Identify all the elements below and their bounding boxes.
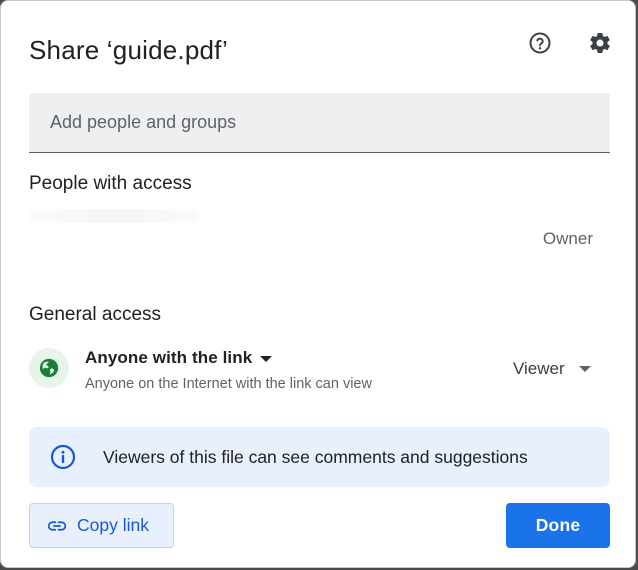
access-description: Anyone on the Internet with the link can… [85, 376, 372, 392]
done-button[interactable]: Done [506, 503, 610, 548]
globe-icon [39, 358, 59, 378]
people-with-access-heading: People with access [29, 173, 192, 194]
add-people-input[interactable] [29, 93, 610, 152]
help-button[interactable] [526, 29, 554, 57]
access-level-dropdown[interactable]: Anyone with the link [85, 348, 273, 368]
role-label: Viewer [513, 359, 565, 378]
gear-icon [590, 32, 610, 53]
copy-link-label: Copy link [77, 515, 149, 535]
general-access-heading: General access [29, 304, 162, 325]
access-level-label: Anyone with the link [85, 348, 253, 367]
link-icon [46, 515, 68, 537]
person-row-redacted [29, 209, 199, 223]
settings-button[interactable] [586, 29, 614, 57]
globe-badge [29, 348, 69, 388]
info-banner-text: Viewers of this file can see comments an… [103, 447, 528, 467]
help-circle-icon [529, 32, 551, 54]
caret-down-icon [260, 356, 273, 362]
info-icon [50, 444, 76, 470]
add-people-field[interactable] [29, 93, 610, 153]
caret-down-icon [578, 366, 591, 372]
done-label: Done [535, 515, 581, 535]
dialog-title: Share ‘guide.pdf’ [29, 35, 229, 65]
role-dropdown[interactable]: Viewer [513, 359, 591, 379]
info-banner: Viewers of this file can see comments an… [29, 427, 610, 487]
share-dialog: Share ‘guide.pdf’ People with access Own… [0, 0, 636, 568]
owner-role-label: Owner [542, 229, 593, 248]
copy-link-button[interactable]: Copy link [29, 503, 174, 548]
